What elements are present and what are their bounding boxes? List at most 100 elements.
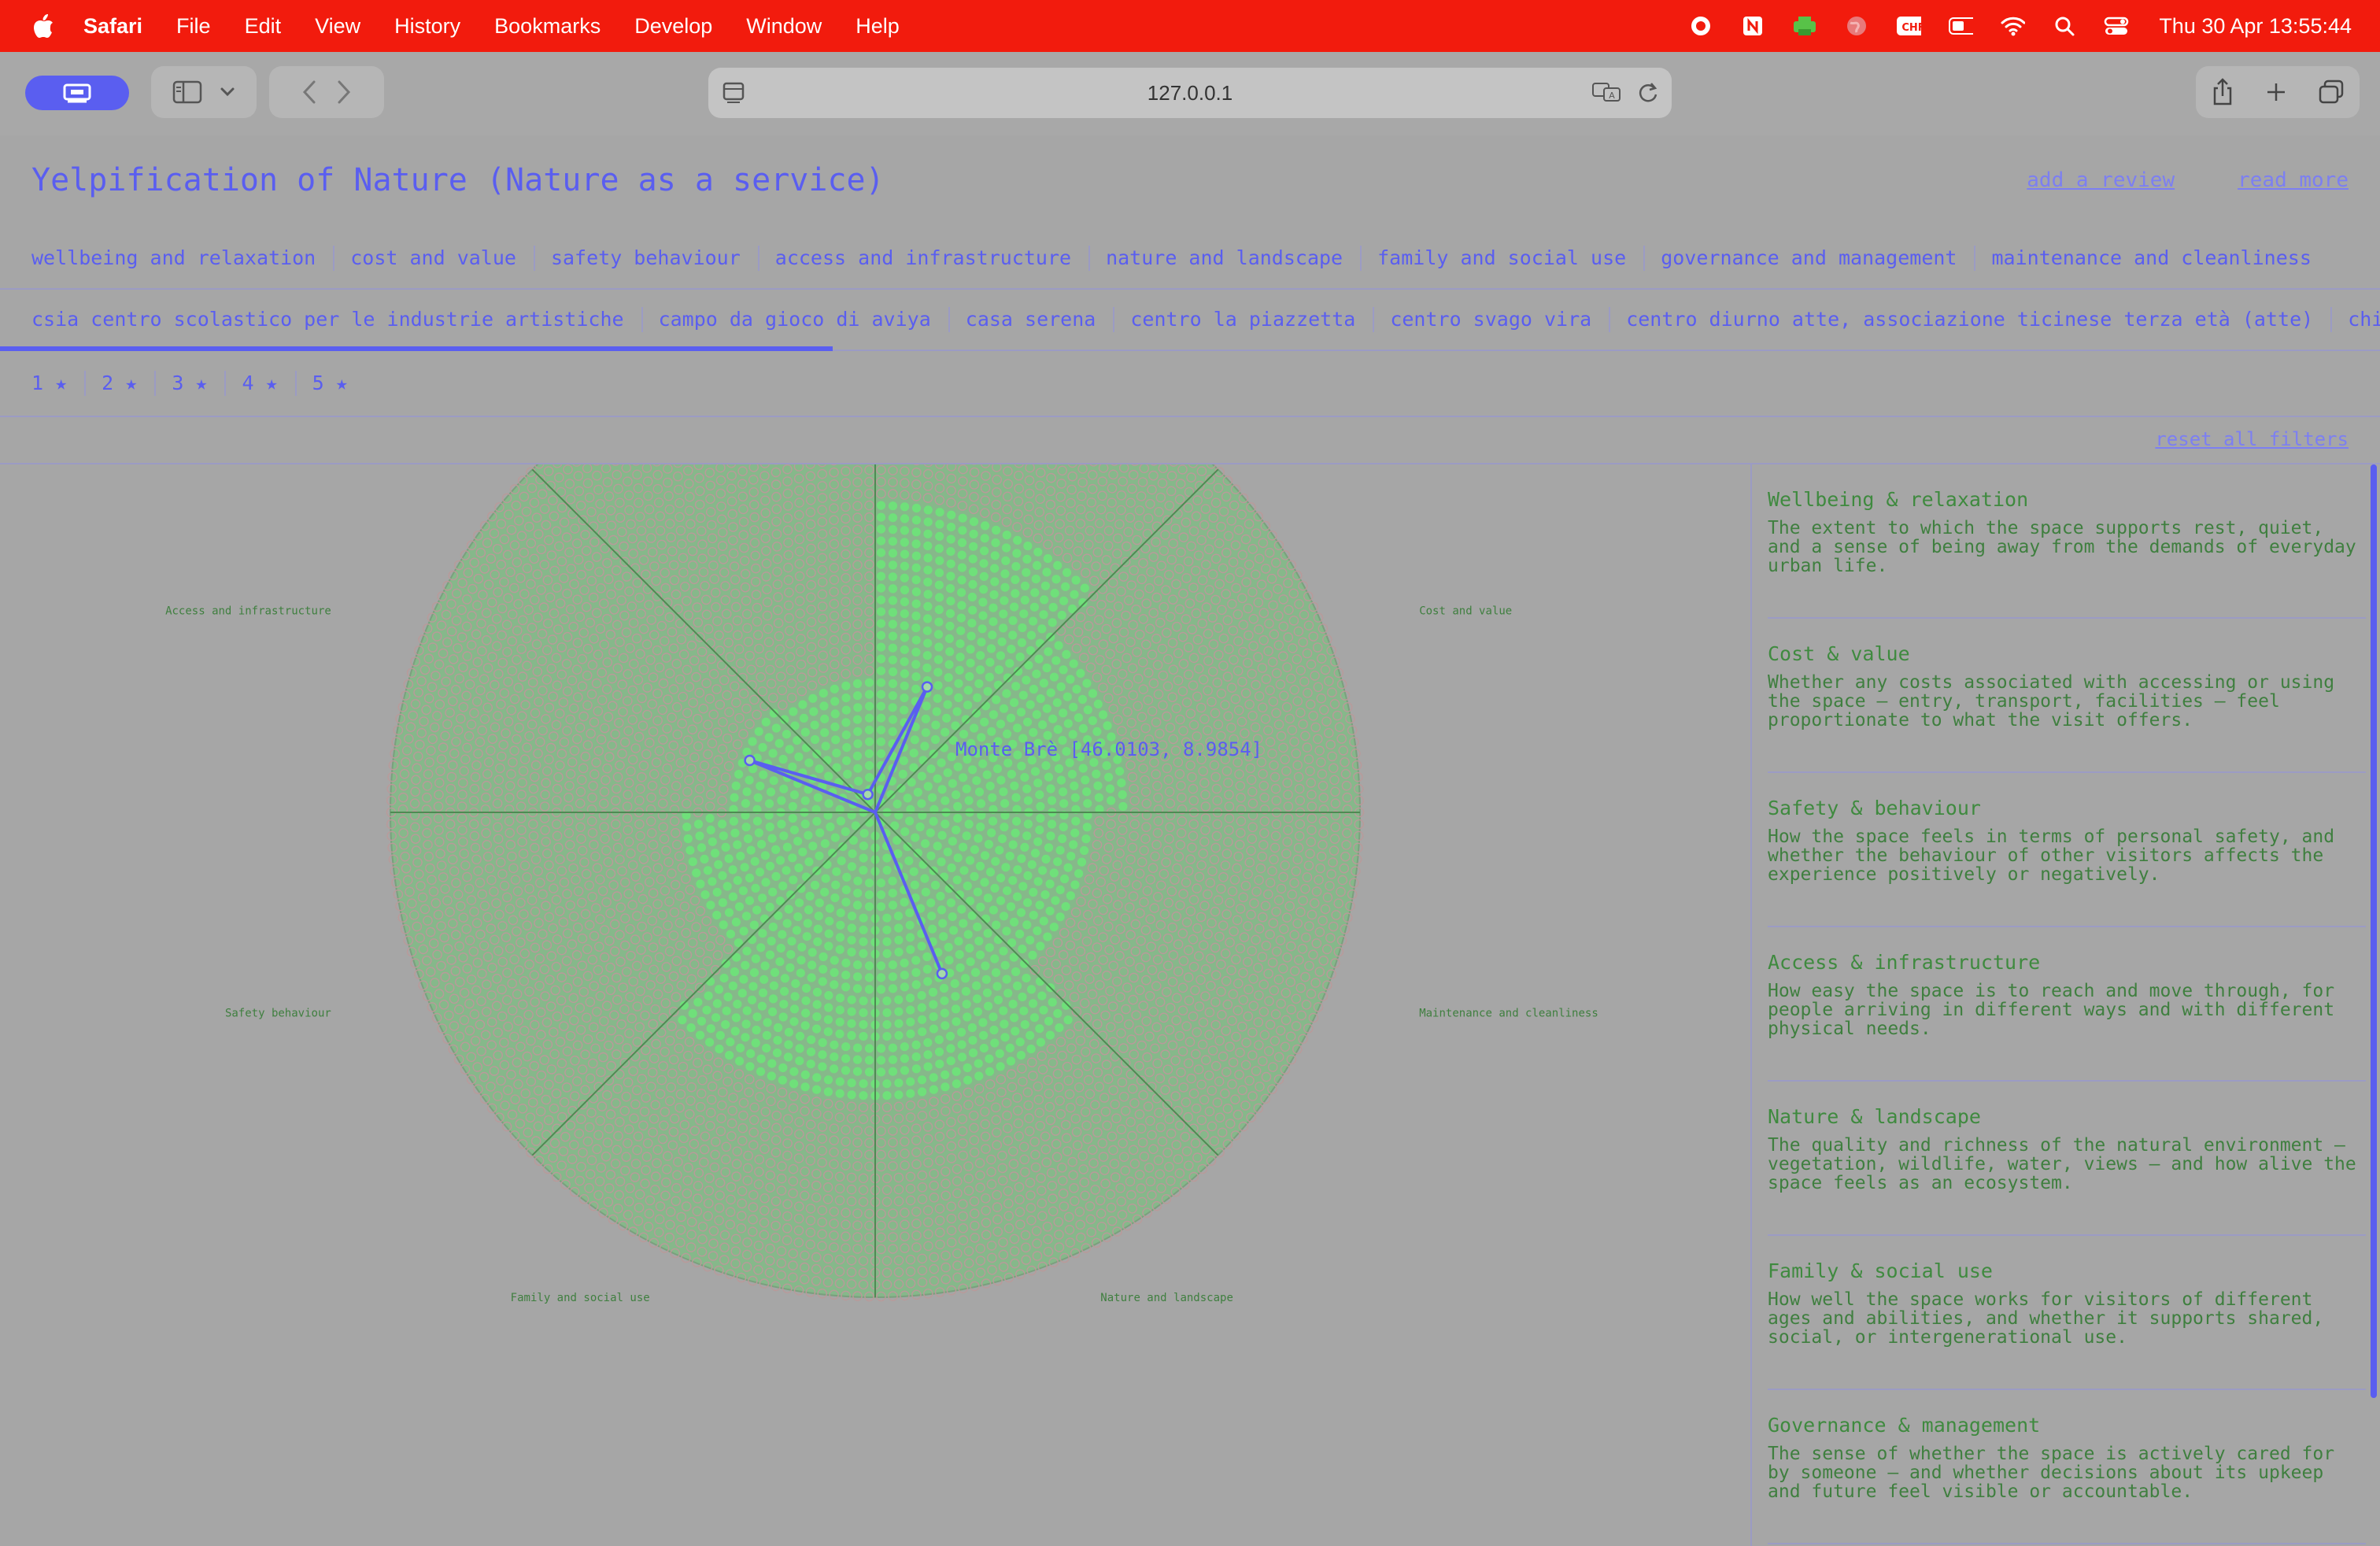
score-dot xyxy=(939,932,948,941)
category-filter-safety[interactable]: safety behaviour xyxy=(535,246,759,271)
star-filter-2[interactable]: 2 ★ xyxy=(86,371,157,396)
page-menu-icon[interactable] xyxy=(722,82,746,109)
category-filter-wellbeing[interactable]: wellbeing and relaxation xyxy=(16,246,335,271)
menu-history[interactable]: History xyxy=(394,14,460,39)
score-dot xyxy=(933,681,943,690)
category-filter-cost[interactable]: cost and value xyxy=(334,246,535,271)
score-dot xyxy=(983,686,992,696)
score-dot xyxy=(852,901,863,910)
score-dot xyxy=(917,991,926,1000)
place-filter-item[interactable]: centro svago vira xyxy=(1374,307,1611,332)
url-text[interactable]: 127.0.0.1 xyxy=(1148,81,1232,105)
translate-icon[interactable]: A xyxy=(1591,80,1623,104)
category-filter-family[interactable]: family and social use xyxy=(1362,246,1646,271)
score-dot xyxy=(1011,682,1021,691)
menubar-clock[interactable]: Thu 30 Apr 13:55:44 xyxy=(2159,14,2352,39)
category-filter-maintenance[interactable]: maintenance and cleanliness xyxy=(1975,246,2328,271)
forward-icon[interactable] xyxy=(335,80,353,105)
score-dot xyxy=(686,1023,696,1033)
score-dot xyxy=(741,1019,751,1029)
score-dot xyxy=(876,973,886,982)
score-dot xyxy=(835,1077,844,1086)
category-filter-governance[interactable]: governance and management xyxy=(1645,246,1976,271)
score-dot xyxy=(1059,596,1069,605)
place-filter-item[interactable]: chiesa santa xyxy=(2332,307,2380,332)
apple-menu-icon[interactable] xyxy=(31,13,55,39)
score-dot xyxy=(966,658,975,668)
score-dot xyxy=(951,992,960,1001)
score-dot xyxy=(1080,583,1089,593)
score-dot xyxy=(1066,891,1075,901)
back-icon[interactable] xyxy=(301,80,318,105)
score-dot xyxy=(1003,989,1013,998)
star-filter-1[interactable]: 1 ★ xyxy=(16,371,87,396)
wifi-icon[interactable] xyxy=(2000,13,2026,39)
radar-chart[interactable]: Wellbeing and relaxationCost and valueMa… xyxy=(0,464,1750,1546)
score-dot xyxy=(1023,542,1033,551)
record-icon[interactable] xyxy=(1688,13,1713,39)
place-filter-item[interactable]: centro diurno atte, associazione ticines… xyxy=(1610,307,2333,332)
score-dot xyxy=(876,501,886,510)
score-dot xyxy=(1094,793,1103,802)
score-dot xyxy=(944,660,954,669)
star-filter-5[interactable]: 5 ★ xyxy=(297,371,365,396)
score-dot xyxy=(859,829,869,838)
menu-bookmarks[interactable]: Bookmarks xyxy=(494,14,601,39)
score-dot xyxy=(1080,845,1089,856)
score-dot xyxy=(910,880,919,890)
battery-icon[interactable] xyxy=(1948,13,1974,39)
place-filter-bar[interactable]: csia centro scolastico per le industrie … xyxy=(0,290,2380,351)
score-dot xyxy=(917,941,926,951)
score-dot xyxy=(1070,880,1080,890)
chf-icon[interactable]: CHF xyxy=(1896,13,1922,39)
place-filter-item[interactable]: centro la piazzetta xyxy=(1114,307,1375,332)
tab-overview-icon[interactable] xyxy=(2318,80,2345,105)
score-dot xyxy=(952,875,962,885)
score-dot xyxy=(992,920,1001,930)
add-review-link[interactable]: add a review xyxy=(2027,168,2175,192)
search-icon[interactable] xyxy=(2052,13,2077,39)
score-dot xyxy=(830,833,840,842)
new-tab-icon[interactable] xyxy=(2264,80,2288,104)
score-dot xyxy=(888,715,898,724)
score-dot xyxy=(911,539,921,549)
score-dot xyxy=(929,1073,938,1082)
menu-develop[interactable]: Develop xyxy=(634,14,712,39)
score-dot xyxy=(830,709,840,719)
score-dot xyxy=(791,979,800,989)
score-dot xyxy=(796,968,805,978)
reset-filters-link[interactable]: reset all filters xyxy=(2155,428,2349,450)
star-filter-3[interactable]: 3 ★ xyxy=(156,371,227,396)
profile-button[interactable] xyxy=(25,76,129,110)
menu-app-safari[interactable]: Safari xyxy=(83,14,142,39)
category-filter-nature[interactable]: nature and landscape xyxy=(1090,246,1362,271)
share-icon[interactable] xyxy=(2211,77,2234,107)
menu-view[interactable]: View xyxy=(315,14,360,39)
place-filter-item[interactable]: campo da gioco di aviya xyxy=(643,307,950,332)
menu-window[interactable]: Window xyxy=(746,14,822,39)
star-filter-4[interactable]: 4 ★ xyxy=(226,371,297,396)
score-dot xyxy=(900,958,909,967)
category-filter-access[interactable]: access and infrastructure xyxy=(759,246,1091,271)
sidebar-toggle-button[interactable] xyxy=(151,66,257,118)
score-dot xyxy=(876,725,886,734)
notion-icon[interactable] xyxy=(1740,13,1765,39)
score-dot xyxy=(985,1054,994,1063)
globe-icon[interactable] xyxy=(1844,13,1869,39)
address-bar[interactable]: 127.0.0.1 A xyxy=(708,68,1672,118)
score-dot xyxy=(911,684,921,693)
menu-file[interactable]: File xyxy=(176,14,211,39)
score-dot xyxy=(809,707,819,716)
menu-help[interactable]: Help xyxy=(856,14,900,39)
score-dot xyxy=(989,816,998,826)
control-center-icon[interactable] xyxy=(2104,13,2129,39)
score-dot xyxy=(1044,772,1054,782)
menu-edit[interactable]: Edit xyxy=(245,14,282,39)
score-dot xyxy=(812,1024,822,1034)
read-more-link[interactable]: read more xyxy=(2238,168,2349,192)
reload-icon[interactable] xyxy=(1637,80,1659,104)
printer-icon[interactable] xyxy=(1792,13,1817,39)
place-filter-item[interactable]: csia centro scolastico per le industrie … xyxy=(16,307,643,332)
score-dot xyxy=(708,837,717,846)
place-filter-item[interactable]: casa serena xyxy=(950,307,1115,332)
